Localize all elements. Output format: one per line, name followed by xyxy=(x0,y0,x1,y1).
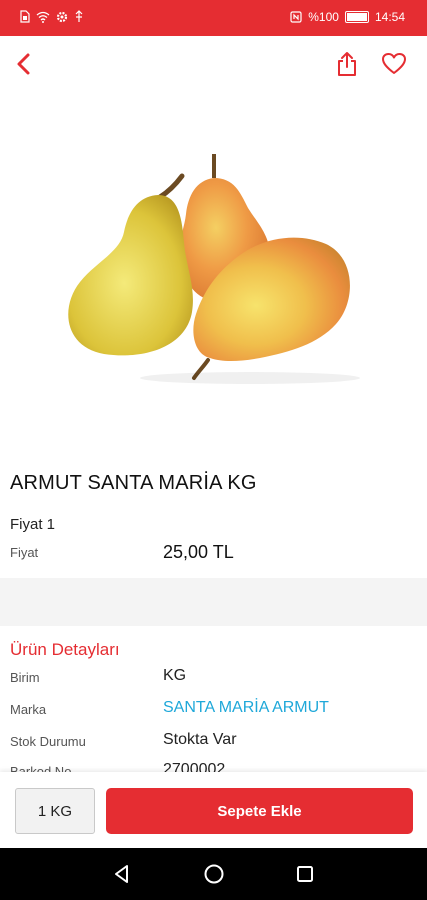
nfc-icon xyxy=(290,11,302,23)
settings-icon xyxy=(56,11,68,22)
status-icons-left xyxy=(20,10,84,23)
heart-icon xyxy=(382,53,406,74)
detail-row-brand: Marka SANTA MARİA ARMUT xyxy=(0,696,427,726)
chevron-left-icon xyxy=(17,53,30,75)
add-to-cart-button[interactable]: Sepete Ekle xyxy=(106,788,413,834)
share-button[interactable] xyxy=(329,46,365,82)
detail-row-stock: Stok Durumu Stokta Var xyxy=(0,728,427,758)
clock: 14:54 xyxy=(374,10,405,24)
quantity-button[interactable]: 1 KG xyxy=(15,788,95,834)
battery-fill xyxy=(346,13,367,21)
nav-back-icon xyxy=(115,865,128,883)
nav-home-button[interactable] xyxy=(200,860,228,888)
status-bar: %100 14:54 xyxy=(0,0,427,36)
price-label: Fiyat xyxy=(10,545,39,560)
detail-row-unit: Birim KG xyxy=(0,664,427,694)
brand-link[interactable]: SANTA MARİA ARMUT xyxy=(163,699,329,717)
section-divider xyxy=(0,578,427,626)
top-app-bar xyxy=(0,36,427,92)
usb-icon xyxy=(75,10,83,22)
bottom-action-bar: 1 KG Sepete Ekle xyxy=(0,772,427,848)
product-title: ARMUT SANTA MARİA KG xyxy=(10,472,257,494)
nav-recents-button[interactable] xyxy=(291,860,319,888)
sim-icon xyxy=(20,10,30,23)
detail-label: Birim xyxy=(10,670,40,685)
favorite-button[interactable] xyxy=(376,46,412,82)
nav-back-button[interactable] xyxy=(108,860,136,888)
price-value: 25,00 TL xyxy=(163,542,234,562)
battery-percent: %100 xyxy=(308,10,339,24)
details-section-title: Ürün Detayları xyxy=(10,640,120,659)
wifi-icon xyxy=(36,11,50,23)
detail-label: Marka xyxy=(10,702,47,717)
price-group-label: Fiyat 1 xyxy=(10,516,56,533)
back-button[interactable] xyxy=(6,46,42,82)
nav-home-icon xyxy=(204,864,224,884)
detail-value: Stokta Var xyxy=(163,731,237,748)
share-icon xyxy=(338,52,356,76)
nav-recents-icon xyxy=(297,866,313,882)
detail-label: Stok Durumu xyxy=(10,734,86,749)
battery-icon xyxy=(344,11,369,23)
detail-value: KG xyxy=(163,667,187,684)
status-icons-right: %100 14:54 xyxy=(290,10,405,24)
pear-fruit-image xyxy=(68,154,360,384)
system-nav-bar xyxy=(0,848,427,900)
